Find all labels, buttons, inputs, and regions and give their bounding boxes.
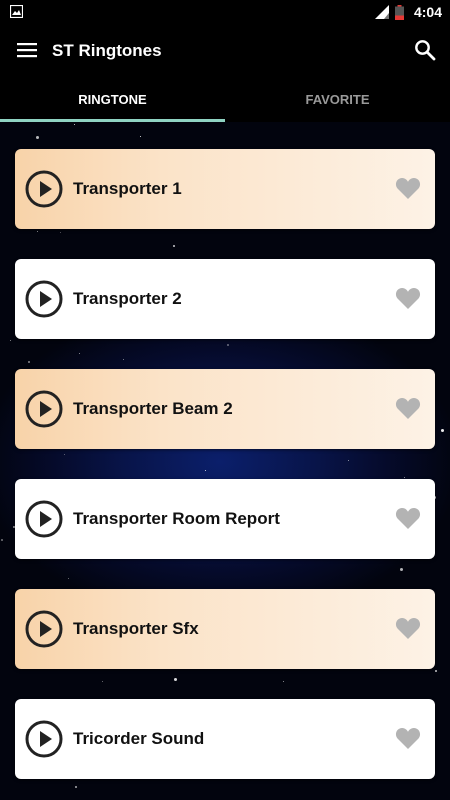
- image-icon: [10, 5, 23, 18]
- star: [441, 429, 444, 432]
- star: [435, 670, 437, 672]
- tab-favorite[interactable]: FAVORITE: [225, 80, 450, 122]
- star: [36, 136, 39, 139]
- ringtone-title: Tricorder Sound: [73, 729, 205, 748]
- ringtone-title: Transporter Beam 2: [73, 399, 233, 418]
- heart-icon[interactable]: [395, 726, 421, 750]
- ringtone-card[interactable]: Transporter Room Report: [15, 479, 435, 559]
- heart-icon[interactable]: [395, 616, 421, 640]
- ringtone-title: Transporter Sfx: [73, 619, 199, 638]
- play-icon[interactable]: [25, 500, 63, 538]
- star: [10, 340, 11, 341]
- ringtone-title: Transporter 2: [73, 289, 182, 308]
- status-bar: 4:04: [0, 0, 450, 24]
- heart-icon[interactable]: [395, 506, 421, 530]
- play-icon[interactable]: [25, 280, 63, 318]
- ringtone-card[interactable]: Transporter Beam 2: [15, 369, 435, 449]
- app-title: ST Ringtones: [52, 41, 162, 60]
- clock: 4:04: [413, 4, 442, 20]
- ringtone-list-area[interactable]: Transporter 1 Transporter 2 Transporter …: [0, 122, 450, 800]
- signal-icon: [374, 5, 389, 19]
- battery-icon: [394, 4, 404, 20]
- ringtone-card[interactable]: Tricorder Sound: [15, 699, 435, 779]
- tab-ringtone[interactable]: RINGTONE: [0, 80, 225, 122]
- tab-bar: RINGTONE FAVORITE: [0, 80, 450, 122]
- ringtone-title: Transporter 1: [73, 179, 182, 198]
- menu-icon[interactable]: [17, 42, 37, 58]
- heart-icon[interactable]: [395, 286, 421, 310]
- play-icon[interactable]: [25, 610, 63, 648]
- play-icon[interactable]: [25, 720, 63, 758]
- ringtone-card[interactable]: Transporter Sfx: [15, 589, 435, 669]
- search-icon[interactable]: [414, 39, 436, 61]
- star: [1, 539, 3, 541]
- play-icon[interactable]: [25, 170, 63, 208]
- star: [74, 124, 75, 125]
- ringtone-list: Transporter 1 Transporter 2 Transporter …: [15, 149, 435, 800]
- star: [140, 136, 141, 137]
- ringtone-card[interactable]: Transporter 2: [15, 259, 435, 339]
- app-bar: ST Ringtones: [0, 24, 450, 80]
- heart-icon[interactable]: [395, 396, 421, 420]
- ringtone-card[interactable]: Transporter 1: [15, 149, 435, 229]
- ringtone-title: Transporter Room Report: [73, 509, 280, 528]
- play-icon[interactable]: [25, 390, 63, 428]
- heart-icon[interactable]: [395, 176, 421, 200]
